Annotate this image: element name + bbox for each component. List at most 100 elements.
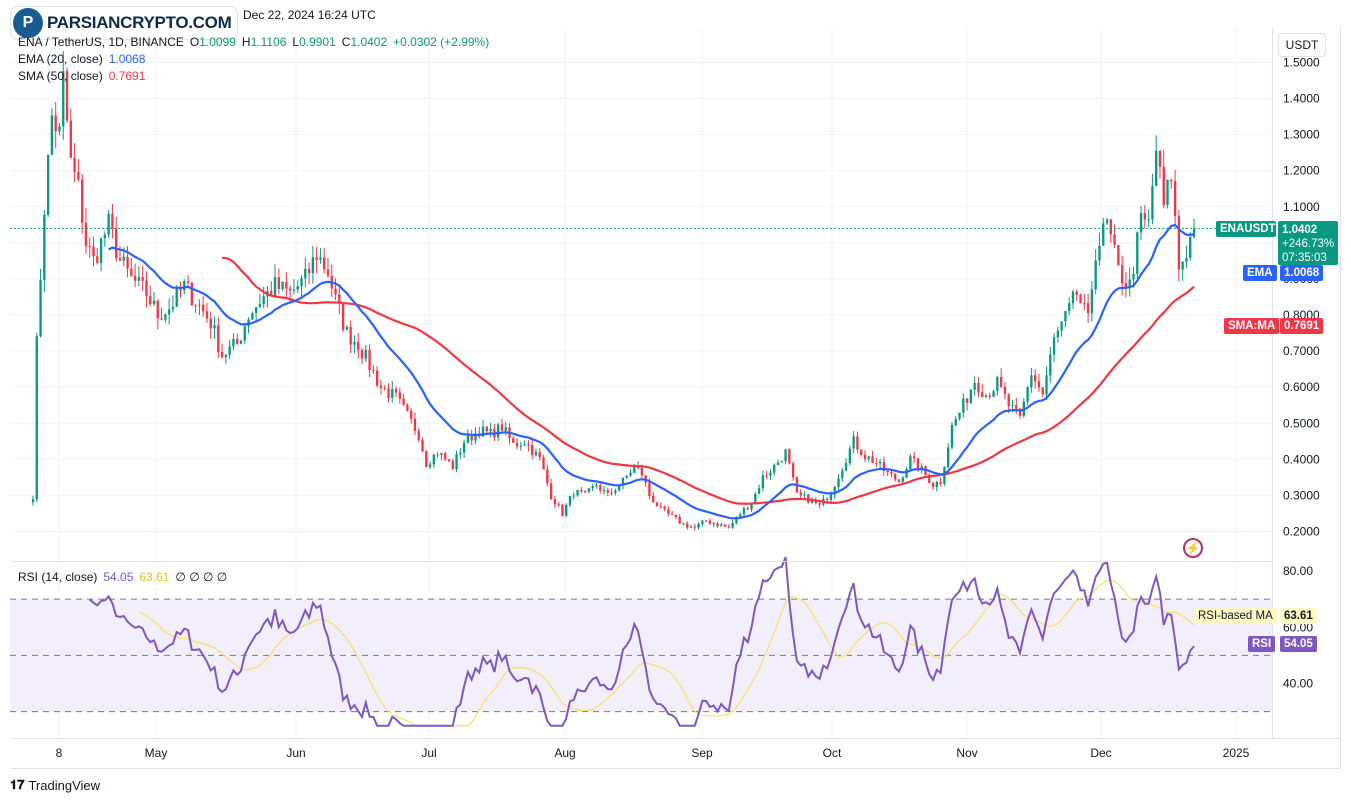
time-tick-label: Jul	[421, 746, 436, 760]
candle-body	[523, 444, 526, 446]
candle-body	[935, 481, 939, 488]
candle-body	[1098, 245, 1101, 261]
candle-body	[852, 436, 855, 449]
candle-body	[156, 300, 159, 319]
candle-body	[1170, 179, 1173, 182]
ema-legend[interactable]: EMA (20, close) 1.0068	[18, 52, 145, 66]
rsi-legend-label[interactable]: RSI (14, close)	[18, 570, 97, 584]
candle-body	[742, 508, 746, 515]
rsi-legend[interactable]: RSI (14, close) 54.05 63.61 ∅ ∅ ∅ ∅	[18, 570, 227, 584]
candle-body	[527, 444, 530, 446]
time-tick-label: Nov	[956, 746, 977, 760]
candle-body	[130, 268, 133, 276]
candle-body	[678, 517, 681, 524]
candle-body	[515, 442, 519, 447]
rsi-axis: 80.0060.0040.00	[1283, 564, 1313, 691]
candle-body	[1181, 261, 1184, 270]
candle-body	[213, 325, 216, 329]
symbol-name[interactable]: ENA / TetherUS, 1D, BINANCE	[18, 35, 184, 49]
price-chart[interactable]: 1.50001.40001.30001.20001.10001.00000.90…	[0, 0, 1351, 802]
time-tick-label: May	[145, 746, 168, 760]
candle-body	[1026, 387, 1029, 402]
candle-body	[652, 496, 655, 503]
candle-body	[655, 502, 659, 507]
candle-body	[39, 280, 42, 337]
date-text: Dec 22, 2024 16:24 UTC	[243, 8, 376, 22]
ema-axis-label: EMA	[1243, 265, 1277, 281]
candle-body	[360, 350, 364, 359]
currency-button[interactable]: USDT	[1278, 33, 1326, 57]
candle-body	[1071, 291, 1075, 304]
chart-date: Dec 22, 2024 16:24 UTC	[243, 8, 376, 22]
sma-line	[222, 256, 1195, 505]
candle-body	[149, 296, 152, 305]
pane-separator[interactable]	[10, 561, 1272, 562]
candle-body	[152, 300, 156, 305]
candle-body	[1155, 150, 1158, 186]
candle-body	[931, 483, 935, 488]
candle-body	[871, 456, 874, 464]
price-tick-label: 0.6000	[1283, 380, 1320, 394]
candle-body	[145, 280, 148, 297]
candle-body	[712, 523, 715, 525]
candle-body	[35, 336, 38, 500]
candle-body	[614, 490, 617, 493]
candles	[31, 51, 1196, 531]
candle-body	[205, 311, 209, 319]
price-tick-label: 0.5000	[1283, 416, 1320, 430]
candle-body	[867, 456, 870, 459]
bar-countdown: 07:35:03	[1282, 252, 1327, 264]
candle-body	[727, 526, 731, 528]
ema-legend-value: 1.0068	[108, 52, 146, 66]
candle-body	[1056, 330, 1060, 338]
candle-body	[697, 524, 700, 528]
price-tick-label: 1.5000	[1283, 56, 1320, 70]
candle-body	[368, 349, 371, 371]
sma-legend[interactable]: SMA (50, close) 0.7691	[18, 69, 145, 83]
candle-body	[1185, 257, 1188, 262]
ema-legend-label[interactable]: EMA (20, close)	[18, 52, 103, 66]
candle-body	[1117, 245, 1120, 266]
candle-body	[1041, 387, 1044, 395]
candle-body	[769, 472, 772, 476]
lightning-icon[interactable]: ⚡	[1183, 538, 1203, 558]
candle-body	[829, 494, 833, 501]
price-tick-label: 0.2000	[1283, 525, 1320, 539]
candle-body	[183, 281, 186, 291]
candle-body	[848, 448, 852, 464]
candle-body	[999, 377, 1003, 387]
sma-axis-label: SMA:MA	[1224, 318, 1280, 334]
rsi-axis-label: RSI	[1248, 636, 1276, 652]
candle-body	[689, 526, 693, 528]
candle-body	[549, 483, 553, 499]
candle-body	[46, 154, 50, 215]
candle-body	[1158, 150, 1162, 167]
candle-body	[739, 514, 742, 517]
candle-body	[965, 398, 969, 403]
candle-body	[1007, 394, 1010, 407]
candle-body	[202, 304, 205, 312]
tradingview-footer[interactable]: 𝟏𝟕 TradingView	[10, 777, 100, 793]
candle-body	[844, 463, 848, 471]
candle-body	[334, 288, 337, 295]
candle-body	[625, 475, 628, 478]
candle-body	[107, 213, 110, 235]
candle-body	[1064, 310, 1067, 322]
price-tick-label: 0.4000	[1283, 452, 1320, 466]
candle-body	[599, 485, 602, 491]
candle-body	[1192, 228, 1196, 238]
candle-body	[80, 179, 84, 223]
candle-body	[115, 228, 118, 259]
candle-body	[425, 451, 428, 468]
sma-legend-label[interactable]: SMA (50, close)	[18, 69, 103, 83]
candle-body	[531, 445, 534, 456]
candle-body	[1060, 321, 1063, 331]
candle-body	[916, 458, 920, 470]
time-tick-label: Jun	[286, 746, 305, 760]
candle-body	[572, 495, 575, 497]
low-value: 0.9901	[299, 35, 336, 49]
candle-body	[1173, 181, 1177, 217]
candle-body	[780, 461, 783, 463]
candle-body	[799, 492, 802, 496]
symbol-legend[interactable]: ENA / TetherUS, 1D, BINANCE O1.0099 H1.1…	[18, 35, 489, 49]
